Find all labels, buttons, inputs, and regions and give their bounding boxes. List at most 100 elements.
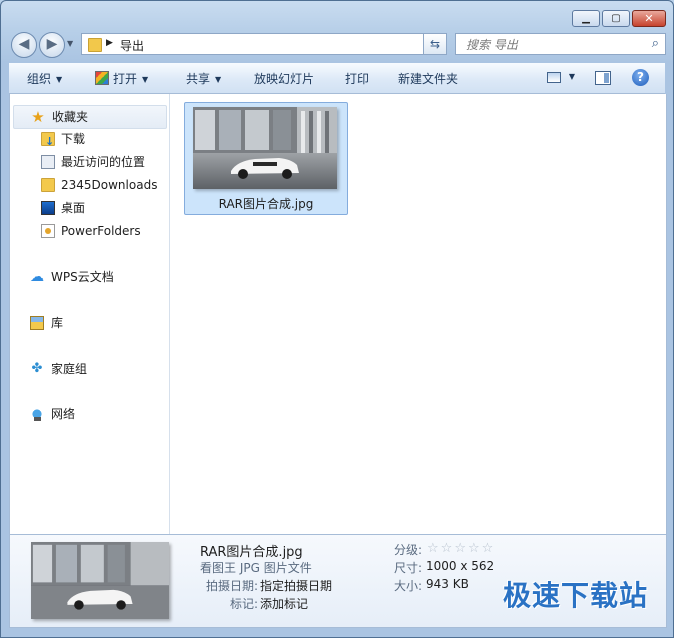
breadcrumb-arrow-icon[interactable]: ▶ <box>106 38 113 48</box>
image-viewer-icon <box>95 71 109 85</box>
refresh-button[interactable]: ⇆ <box>423 33 447 55</box>
property-value: 添加标记 <box>260 597 309 611</box>
star-outline-icon[interactable]: ☆ <box>441 541 455 556</box>
maximize-button[interactable]: ▢ <box>602 10 630 27</box>
rating-key: 分级: <box>380 541 422 557</box>
sidebar-item-2345downloads[interactable]: 2345Downloads <box>10 174 167 196</box>
chevron-down-icon: ▼ <box>215 75 222 84</box>
folder-icon <box>88 38 102 52</box>
folder-icon <box>41 178 55 192</box>
navigation-bar: ◀ ▶ ▼ ▶ 导出 ▼ ⇆ ⌕ <box>9 31 666 59</box>
details-file-type: 看图王 JPG 图片文件 <box>200 561 312 575</box>
minimize-icon: ▁ <box>582 13 590 24</box>
details-file-name: RAR图片合成.jpg <box>200 545 303 560</box>
maximize-icon: ▢ <box>611 13 621 24</box>
forward-arrow-icon: ▶ <box>46 36 58 52</box>
sidebar-item-favorites[interactable]: ★ 收藏夹 <box>13 105 167 129</box>
close-button[interactable]: ✕ <box>632 10 666 27</box>
navigation-pane: ★ 收藏夹 下载 最近访问的位置 2345Downloads 桌面 Pow <box>10 94 170 534</box>
sidebar-item-label: 收藏夹 <box>52 110 89 124</box>
address-bar[interactable]: ▶ 导出 ▼ <box>81 33 447 55</box>
sidebar-item-powerfolders[interactable]: PowerFolders <box>10 220 167 242</box>
caption-buttons: ▁ ▢ ✕ <box>570 10 666 27</box>
network-icon <box>30 407 44 421</box>
main-area: ★ 收藏夹 下载 最近访问的位置 2345Downloads 桌面 Pow <box>9 94 667 534</box>
property-value: 943 KB <box>426 577 469 591</box>
sidebar-item-wps-cloud[interactable]: ☁ WPS云文档 <box>10 266 167 288</box>
recent-pages-dropdown[interactable]: ▼ <box>67 39 73 48</box>
back-arrow-icon: ◀ <box>18 36 30 52</box>
share-label: 共享 <box>186 72 211 86</box>
star-outline-icon[interactable]: ☆ <box>454 541 468 556</box>
search-icon[interactable]: ⌕ <box>652 36 659 51</box>
chevron-down-icon: ▼ <box>56 75 63 84</box>
sidebar-item-downloads[interactable]: 下载 <box>10 128 167 153</box>
view-options-icon[interactable] <box>547 72 561 83</box>
property-key: 拍摄日期: <box>205 579 258 593</box>
organize-menu[interactable]: 组织 ▼ <box>27 70 62 87</box>
sidebar-item-label: 2345Downloads <box>61 178 158 192</box>
command-bar: 组织 ▼ 打开 ▼ 共享 ▼ 放映幻灯片 打印 新建文件夹 ▼ ? <box>9 63 665 94</box>
property-value: 1000 x 562 <box>426 559 495 573</box>
breadcrumb-current[interactable]: 导出 <box>120 37 144 54</box>
chevron-down-icon: ▼ <box>142 75 149 84</box>
rating-stars[interactable]: ☆☆☆☆☆ <box>427 541 495 556</box>
property-key: 大小: <box>393 579 422 593</box>
sidebar-item-homegroup[interactable]: ✤ 家庭组 <box>10 358 167 380</box>
sidebar-item-label: WPS云文档 <box>51 270 114 284</box>
sidebar-item-label: 网络 <box>51 407 76 421</box>
print-button[interactable]: 打印 <box>345 70 369 87</box>
minimize-button[interactable]: ▁ <box>572 10 600 27</box>
star-outline-icon[interactable]: ☆ <box>482 541 496 556</box>
preview-pane-icon[interactable] <box>595 71 611 85</box>
new-folder-button[interactable]: 新建文件夹 <box>398 70 458 87</box>
star-outline-icon[interactable]: ☆ <box>468 541 482 556</box>
sidebar-item-recent-places[interactable]: 最近访问的位置 <box>10 151 167 173</box>
organize-label: 组织 <box>27 72 52 86</box>
file-list: RAR图片合成.jpg <box>170 94 666 534</box>
details-thumbnail <box>31 542 169 619</box>
sidebar-item-label: 库 <box>51 316 64 330</box>
recent-places-icon <box>41 155 55 169</box>
star-icon: ★ <box>31 108 45 126</box>
property-key: 分级: <box>393 543 422 557</box>
file-item[interactable]: RAR图片合成.jpg <box>184 102 348 215</box>
sidebar-item-desktop[interactable]: 桌面 <box>10 197 167 219</box>
cloud-icon: ☁ <box>30 269 44 285</box>
sidebar-item-label: PowerFolders <box>61 224 141 238</box>
file-name: RAR图片合成.jpg <box>218 197 314 211</box>
open-button[interactable]: 打开 ▼ <box>95 70 148 87</box>
property-key: 尺寸: <box>393 561 422 575</box>
property-key: 标记: <box>229 597 258 611</box>
explorer-window: ▁ ▢ ✕ ◀ ▶ ▼ ▶ 导出 ▼ ⇆ ⌕ 组织 ▼ 打开 ▼ 共享 ▼ 放映幻灯片… <box>0 0 674 638</box>
star-outline-icon[interactable]: ☆ <box>427 541 441 556</box>
tags-key: 标记: <box>200 595 258 611</box>
sidebar-item-network[interactable]: 网络 <box>10 403 167 425</box>
search-input[interactable] <box>464 37 648 53</box>
share-menu[interactable]: 共享 ▼ <box>186 70 221 87</box>
property-value: 指定拍摄日期 <box>260 579 333 593</box>
search-box[interactable]: ⌕ <box>455 33 666 55</box>
powerfolders-icon <box>41 224 55 238</box>
download-folder-icon <box>41 131 55 153</box>
help-icon[interactable]: ? <box>632 69 649 86</box>
sidebar-item-label: 家庭组 <box>51 362 88 376</box>
forward-button[interactable]: ▶ <box>39 32 65 58</box>
watermark-text: 极速下载站 <box>502 579 648 612</box>
sidebar-item-label: 最近访问的位置 <box>61 155 146 169</box>
refresh-icon: ⇆ <box>429 37 441 51</box>
sidebar-item-libraries[interactable]: 库 <box>10 312 167 334</box>
car-photo-thumbnail <box>193 107 337 189</box>
desktop-icon <box>41 201 55 215</box>
car-photo-preview <box>31 542 169 619</box>
library-icon <box>30 316 44 330</box>
homegroup-icon: ✤ <box>31 361 43 376</box>
dimensions-key: 尺寸: <box>380 559 422 575</box>
back-button[interactable]: ◀ <box>11 32 37 58</box>
date-taken-key: 拍摄日期: <box>200 577 258 593</box>
view-options-dropdown-icon[interactable]: ▼ <box>569 72 575 81</box>
close-icon: ✕ <box>644 12 654 25</box>
open-label: 打开 <box>113 72 138 86</box>
slideshow-button[interactable]: 放映幻灯片 <box>254 70 314 87</box>
image-thumbnail <box>193 107 337 189</box>
